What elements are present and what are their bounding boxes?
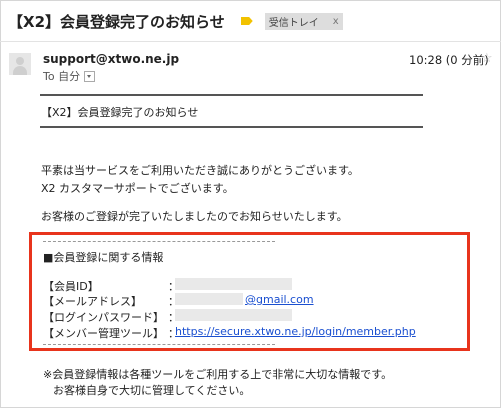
important-label-icon[interactable]	[240, 17, 253, 25]
subject-row: 【X2】会員登録完了のお知らせ 受信トレイ x	[8, 9, 343, 33]
greeting-line-2: X2 カスタマーサポートでございます。	[41, 182, 234, 195]
inbox-label-chip[interactable]: 受信トレイ x	[264, 12, 343, 30]
greeting-line-1: 平素は当サービスをご利用いただき誠にありがとうございます。	[41, 164, 359, 177]
details-dropdown-icon[interactable]	[84, 70, 96, 82]
recipient-line: To 自分	[43, 68, 96, 84]
header-divider	[0, 41, 501, 42]
title-rule-bottom	[40, 126, 423, 128]
inner-title: 【X2】会員登録完了のお知らせ	[41, 106, 199, 119]
footer-note-1: ※会員登録情報は各種ツールをご利用する上で非常に大切な情報です。	[43, 368, 393, 381]
recipient-text: To 自分	[43, 70, 81, 83]
footer-note-2: お客様自身で大切に管理してください。	[53, 384, 251, 397]
sender-address[interactable]: support@xtwo.ne.jp	[43, 52, 179, 66]
inbox-label-text: 受信トレイ	[268, 17, 319, 29]
received-time: 10:28 (0 分前)	[409, 53, 489, 67]
sender-avatar[interactable]	[9, 53, 31, 75]
notice-line: お客様のご登録が完了いたしましたのでお知らせいたします。	[41, 210, 348, 223]
title-rule-top	[40, 94, 423, 96]
star-icon[interactable]: ☆	[481, 51, 493, 66]
highlight-box	[29, 232, 470, 351]
email-subject: 【X2】会員登録完了のお知らせ	[8, 12, 225, 31]
remove-label-icon[interactable]: x	[333, 16, 339, 27]
